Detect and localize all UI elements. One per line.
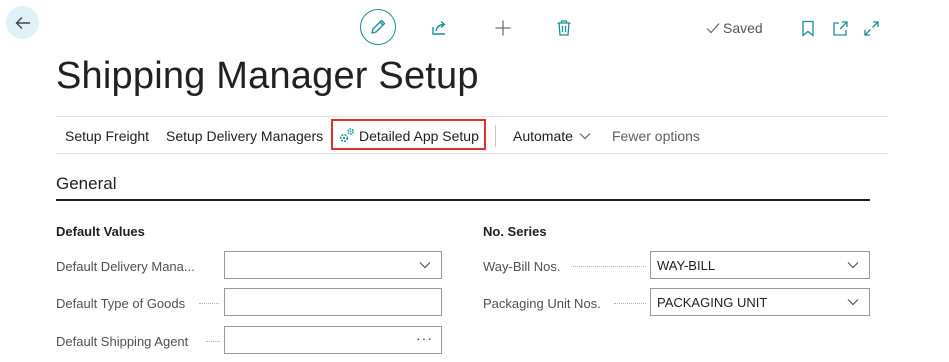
packaging-unit-nos-label: Packaging Unit Nos. xyxy=(483,296,601,311)
way-bill-nos-label: Way-Bill Nos. xyxy=(483,259,561,274)
no-series-heading: No. Series xyxy=(483,224,547,239)
automate-menu[interactable]: Automate xyxy=(513,128,591,144)
default-type-of-goods-label: Default Type of Goods xyxy=(56,296,186,311)
delete-button[interactable] xyxy=(552,17,576,39)
expand-icon xyxy=(863,20,879,36)
chevron-down-icon xyxy=(579,133,591,140)
default-values-heading: Default Values xyxy=(56,224,145,239)
fewer-options-action[interactable]: Fewer options xyxy=(612,128,700,144)
way-bill-nos-value: WAY-BILL xyxy=(657,258,716,273)
field-leader-dots xyxy=(571,265,646,267)
setup-delivery-managers-action[interactable]: Setup Delivery Managers xyxy=(166,128,323,144)
share-button[interactable] xyxy=(428,17,452,39)
default-shipping-agent-field[interactable]: ··· xyxy=(224,326,442,354)
chevron-down-icon xyxy=(847,262,859,269)
saved-status: Saved xyxy=(706,19,763,37)
gears-icon xyxy=(339,128,354,143)
automate-label: Automate xyxy=(513,128,573,144)
lookup-ellipsis-icon[interactable]: ··· xyxy=(416,330,433,346)
back-button[interactable] xyxy=(6,6,39,39)
detailed-app-setup-label: Detailed App Setup xyxy=(359,127,479,144)
checkmark-icon xyxy=(706,23,720,34)
chevron-down-icon xyxy=(419,262,431,269)
default-shipping-agent-label: Default Shipping Agent xyxy=(56,334,189,349)
plus-icon xyxy=(495,20,511,36)
default-delivery-manager-field[interactable] xyxy=(224,251,442,279)
field-leader-dots xyxy=(206,340,220,342)
edit-button[interactable] xyxy=(360,9,396,45)
open-in-new-window-icon xyxy=(832,20,848,36)
way-bill-nos-field[interactable]: WAY-BILL xyxy=(650,251,870,279)
expand-button[interactable] xyxy=(861,18,881,38)
packaging-unit-nos-field[interactable]: PACKAGING UNIT xyxy=(650,288,870,316)
section-title-general[interactable]: General xyxy=(56,174,116,194)
open-new-window-button[interactable] xyxy=(830,18,850,38)
page-title: Shipping Manager Setup xyxy=(56,55,479,97)
action-bar: Setup Freight Setup Delivery Managers De… xyxy=(56,116,888,154)
share-icon xyxy=(432,20,446,35)
bookmark-button[interactable] xyxy=(799,18,817,38)
new-button[interactable] xyxy=(491,17,515,39)
chevron-down-icon xyxy=(847,299,859,306)
bookmark-icon xyxy=(802,20,814,37)
setup-freight-action[interactable]: Setup Freight xyxy=(65,128,149,144)
field-leader-dots xyxy=(199,302,219,304)
packaging-unit-nos-value: PACKAGING UNIT xyxy=(657,295,768,310)
trash-icon xyxy=(557,20,571,36)
default-delivery-manager-label: Default Delivery Mana... xyxy=(56,259,195,274)
action-separator xyxy=(495,125,496,147)
section-divider xyxy=(56,199,870,201)
field-leader-dots xyxy=(614,302,646,304)
arrow-left-icon xyxy=(15,16,30,29)
default-type-of-goods-field[interactable] xyxy=(224,288,442,316)
detailed-app-setup-action[interactable]: Detailed App Setup xyxy=(338,127,479,144)
saved-label: Saved xyxy=(723,20,763,36)
pencil-icon xyxy=(371,19,386,34)
